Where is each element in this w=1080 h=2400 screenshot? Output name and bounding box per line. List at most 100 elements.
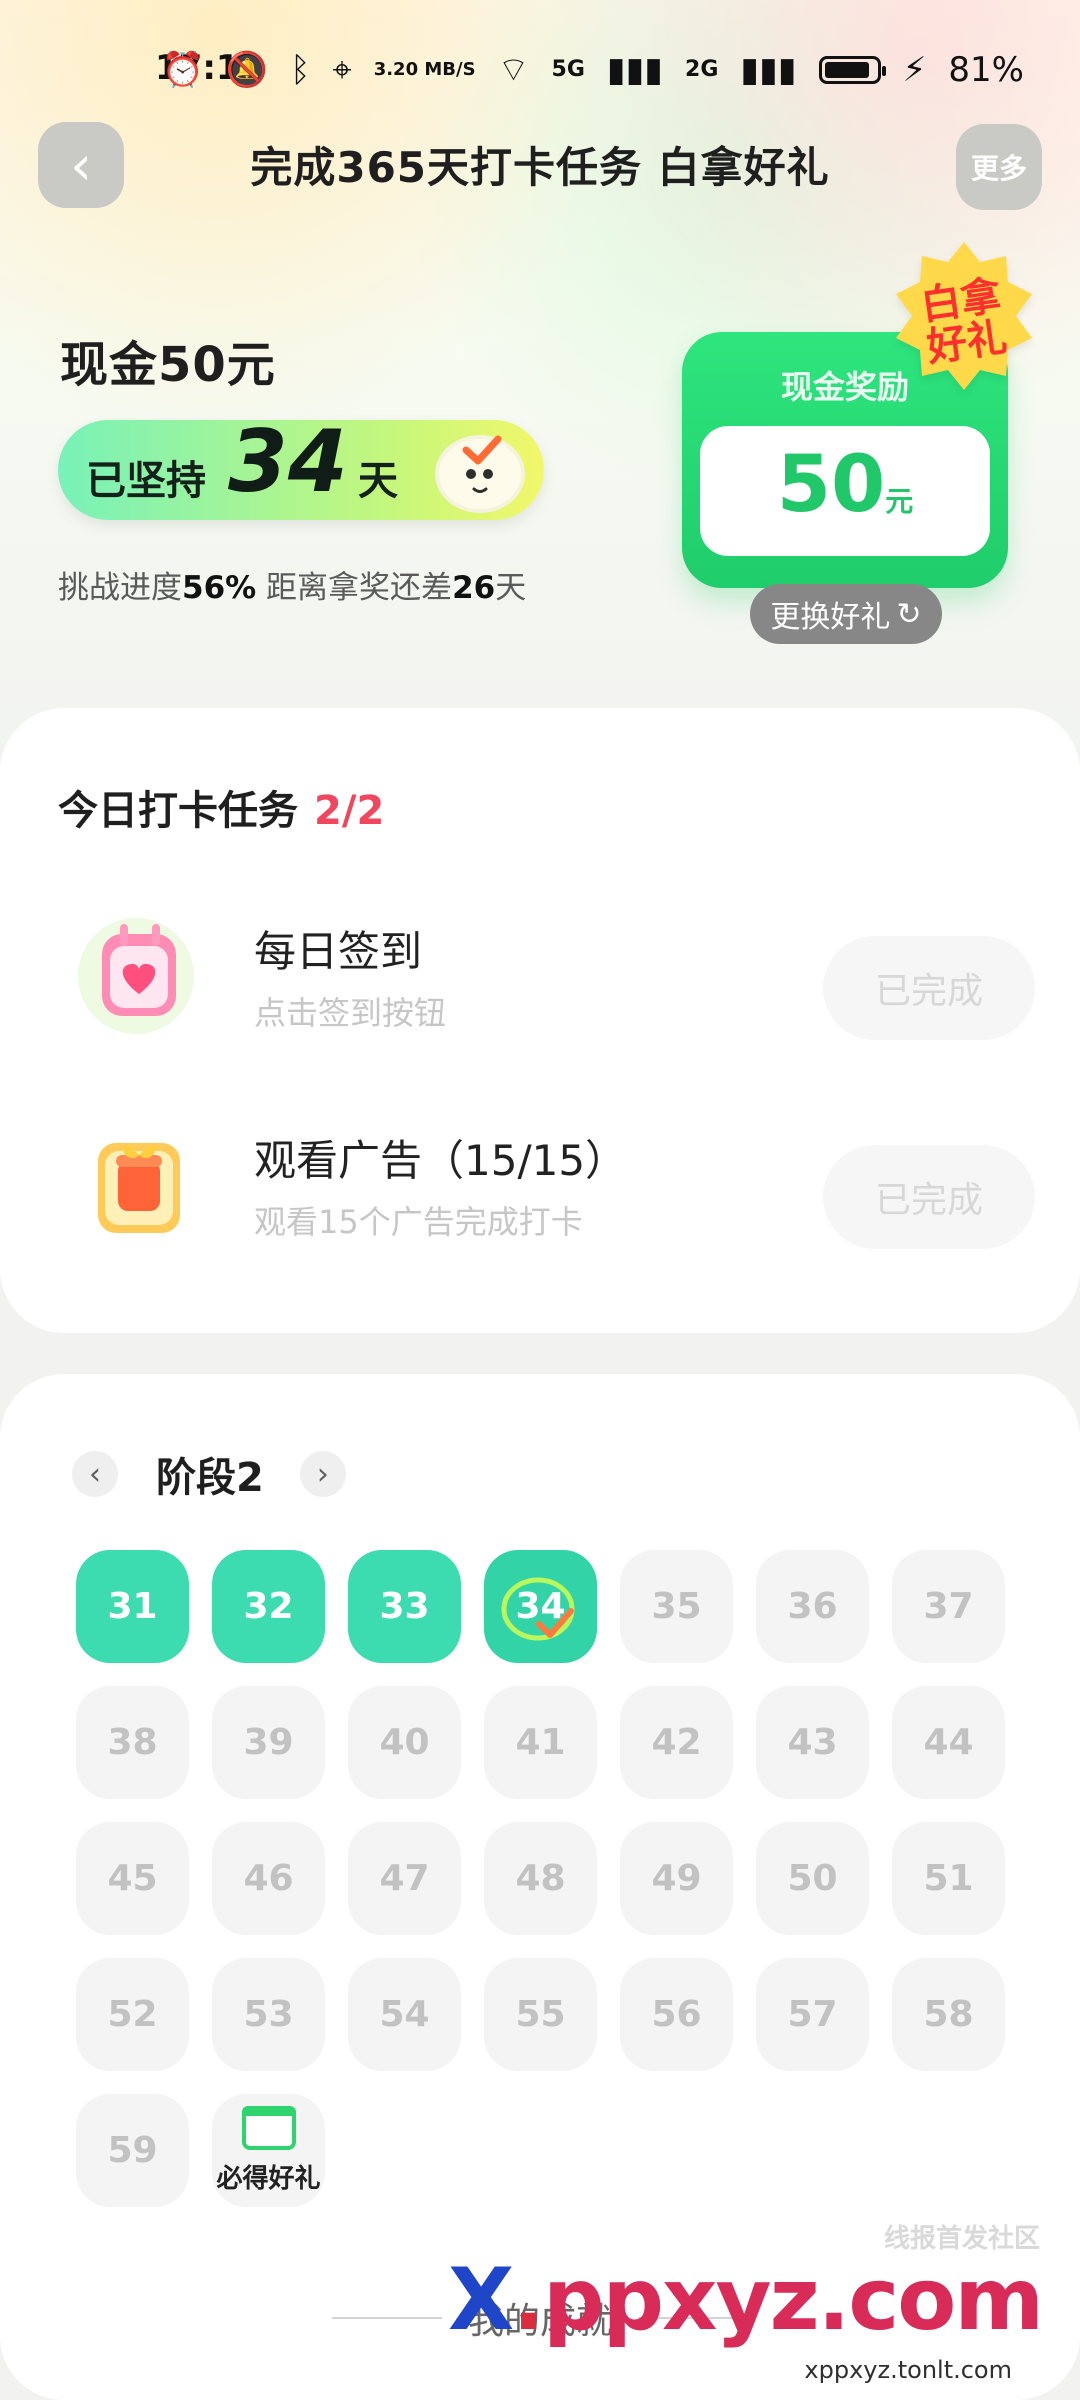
back-button[interactable]: ‹ (38, 122, 124, 208)
task-title: 观看广告（15/15） (254, 1136, 628, 1185)
tasks-heading-label: 今日打卡任务 (58, 788, 298, 834)
cash-title: 现金50元 (60, 337, 276, 393)
day-number: 51 (923, 1858, 974, 1899)
reward-inner: 50元 (700, 426, 990, 556)
more-button[interactable]: 更多 (956, 124, 1042, 210)
day-39[interactable]: 39 (212, 1686, 325, 1799)
day-48[interactable]: 48 (484, 1822, 597, 1935)
remaining-days: 26 (452, 570, 496, 606)
progress-middle: 距离拿奖还差 (256, 570, 453, 606)
status-icons: ⏰ 🔕 ᛒ ⌖ 3.20 MB/S ⌔ 5G ▮▮▮ 2G ▮▮▮ ⚡ 81% (161, 48, 1024, 91)
reward-amount: 50元 (700, 440, 990, 530)
wifi-icon: ⌔ (497, 50, 530, 90)
day-grid: 31 32 33 34 35 36 37 38 39 40 41 42 43 4… (76, 1550, 1006, 2207)
watermark-dot: . (512, 2250, 545, 2350)
day-number: 48 (515, 1858, 566, 1899)
tasks-count: 2/2 (314, 788, 385, 834)
day-35[interactable]: 35 (620, 1550, 733, 1663)
day-number: 32 (243, 1586, 294, 1627)
day-54[interactable]: 54 (348, 1958, 461, 2071)
day-46[interactable]: 46 (212, 1822, 325, 1935)
day-53[interactable]: 53 (212, 1958, 325, 2071)
task-subtitle: 点击签到按钮 (254, 994, 447, 1032)
day-number: 33 (379, 1586, 430, 1627)
day-59[interactable]: 59 (76, 2094, 189, 2207)
day-38[interactable]: 38 (76, 1686, 189, 1799)
day-number: 57 (787, 1994, 838, 2035)
day-41[interactable]: 41 (484, 1686, 597, 1799)
day-52[interactable]: 52 (76, 1958, 189, 2071)
day-40[interactable]: 40 (348, 1686, 461, 1799)
signal-bars-icon: ▮▮▮ (606, 49, 664, 90)
gift-box-icon (98, 1143, 180, 1233)
day-number: 37 (923, 1586, 974, 1627)
stage-title: 阶段2 (156, 1455, 264, 1501)
day-58[interactable]: 58 (892, 1958, 1005, 2071)
bluetooth-icon: ᛒ (290, 49, 311, 90)
network-speed: 3.20 MB/S (373, 58, 476, 80)
day-56[interactable]: 56 (620, 1958, 733, 2071)
day-number: 56 (651, 1994, 702, 2035)
day-number: 36 (787, 1586, 838, 1627)
battery-percent: 81% (948, 49, 1024, 90)
divider-left (331, 2317, 442, 2319)
change-reward-button[interactable]: 更换好礼 ↻ (750, 584, 942, 644)
day-number: 34 (515, 1586, 566, 1627)
day-number: 44 (923, 1722, 974, 1763)
day-50[interactable]: 50 (756, 1822, 869, 1935)
day-number: 54 (379, 1994, 430, 2035)
day-number: 43 (787, 1722, 838, 1763)
watermark-x: X (447, 2250, 514, 2350)
day-number: 59 (107, 2130, 158, 2171)
day-number: 55 (515, 1994, 566, 2035)
reward-unit: 元 (885, 485, 914, 518)
checkin-done-button[interactable]: 已完成 (823, 936, 1035, 1040)
signal-2g: 2G (685, 57, 719, 82)
day-number: 53 (243, 1994, 294, 2035)
day-55[interactable]: 55 (484, 1958, 597, 2071)
day-43[interactable]: 43 (756, 1686, 869, 1799)
progress-prefix: 挑战进度 (58, 570, 182, 606)
streak-unit: 天 (358, 458, 398, 504)
day-57[interactable]: 57 (756, 1958, 869, 2071)
day-44[interactable]: 44 (892, 1686, 1005, 1799)
day-number: 46 (243, 1858, 294, 1899)
day-34[interactable]: 34 (484, 1550, 597, 1663)
day-37[interactable]: 37 (892, 1550, 1005, 1663)
streak-pill: 已坚持 34 天 (58, 412, 544, 520)
day-31[interactable]: 31 (76, 1550, 189, 1663)
day-49[interactable]: 49 (620, 1822, 733, 1935)
day-number: 50 (787, 1858, 838, 1899)
day-number: 47 (379, 1858, 430, 1899)
task-row-ads: 观看广告（15/15） 观看15个广告完成打卡 已完成 (0, 1103, 1080, 1253)
stage-prev-button[interactable]: ‹ (72, 1451, 118, 1497)
task-subtitle: 观看15个广告完成打卡 (254, 1203, 583, 1241)
progress-text: 挑战进度56% 距离拿奖还差26天 (58, 562, 526, 607)
day-number: 38 (107, 1722, 158, 1763)
day-33[interactable]: 33 (348, 1550, 461, 1663)
day-number: 39 (243, 1722, 294, 1763)
calendar-heart-icon (78, 918, 194, 1034)
day-number: 45 (107, 1858, 158, 1899)
chevron-left-icon: ‹ (89, 1456, 101, 1492)
day-45[interactable]: 45 (76, 1822, 189, 1935)
tasks-heading: 今日打卡任务 2/2 (58, 778, 384, 836)
charging-icon: ⚡ (902, 49, 927, 90)
signal-bars-icon-2: ▮▮▮ (740, 49, 797, 90)
chevron-left-icon: ‹ (70, 133, 92, 197)
watermark-url: xppxyz.tonlt.com (794, 2354, 1022, 2386)
day-32[interactable]: 32 (212, 1550, 325, 1663)
day-47[interactable]: 47 (348, 1822, 461, 1935)
day-42[interactable]: 42 (620, 1686, 733, 1799)
gift-day[interactable]: 必得好礼 (212, 2094, 325, 2207)
watermark-rest: ppxyz.com (542, 2250, 1044, 2350)
ads-done-button[interactable]: 已完成 (823, 1145, 1035, 1249)
day-51[interactable]: 51 (892, 1822, 1005, 1935)
stage-next-button[interactable]: › (299, 1451, 346, 1497)
day-number: 31 (107, 1586, 158, 1627)
day-number: 52 (107, 1994, 158, 2035)
day-36[interactable]: 36 (756, 1550, 869, 1663)
reward-amount-value: 50 (776, 440, 886, 530)
stage-header: ‹ 阶段2 › (72, 1444, 346, 1504)
gift-badge: 白拿 好礼 (886, 238, 1042, 394)
